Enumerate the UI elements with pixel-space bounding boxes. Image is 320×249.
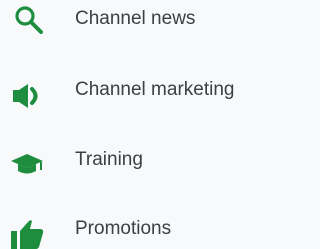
menu-item-label: Channel marketing [75,79,235,100]
menu-item-channel-marketing[interactable]: Channel marketing [0,76,263,116]
menu-item-promotions[interactable]: Promotions [0,209,263,249]
search-icon [8,0,48,40]
menu-item-channel-news[interactable]: Channel news [0,0,263,40]
menu-item-training[interactable]: Training [0,145,263,185]
menu-item-label: Training [75,149,143,170]
menu-item-label: Promotions [75,218,172,239]
menu-item-label: Channel news [75,8,196,29]
megaphone-icon [8,76,48,116]
thumbs-up-icon [8,209,48,249]
channel-menu: Channel news Channel marketing Training [0,0,263,249]
graduation-cap-icon [8,145,48,185]
